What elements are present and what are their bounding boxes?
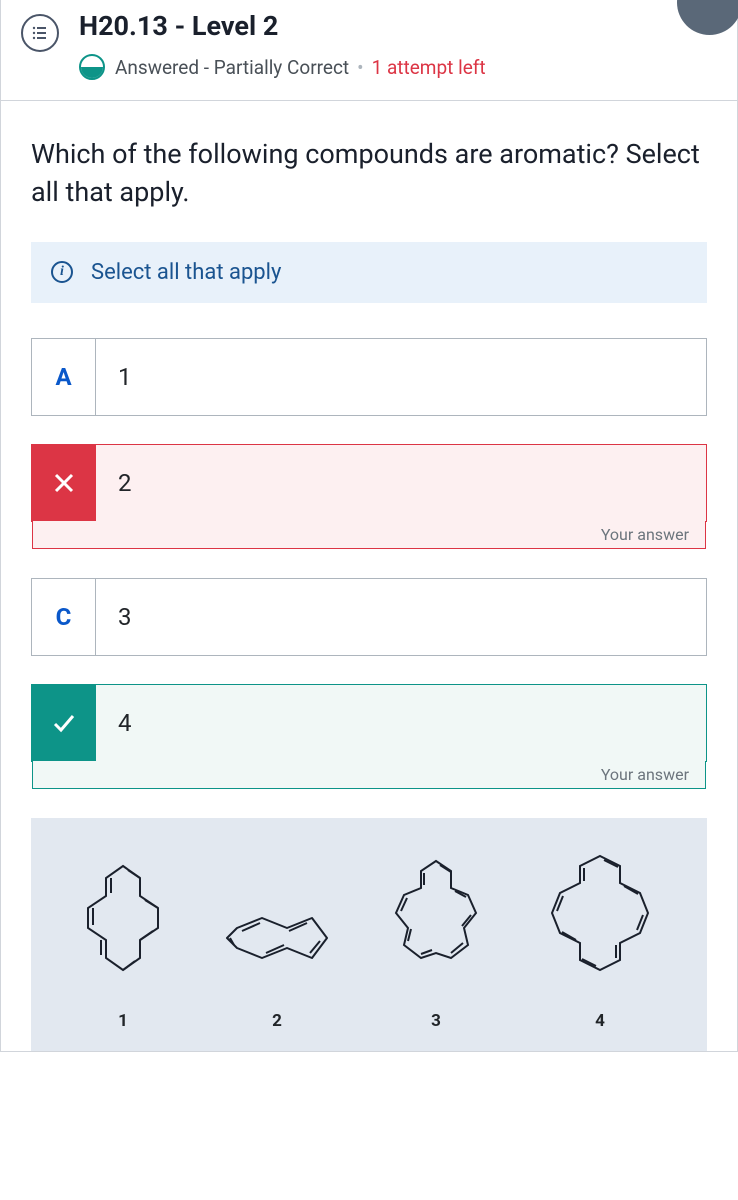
option-letter: A (32, 339, 96, 415)
question-body: Which of the following compounds are aro… (1, 100, 737, 1051)
status-divider: • (357, 56, 363, 79)
info-icon: i (51, 261, 73, 283)
option-content: 4 (96, 685, 706, 761)
option-content: 3 (96, 579, 706, 655)
header-content: H20.13 - Level 2 Answered - Partially Co… (79, 10, 717, 80)
compound-2: 2 (212, 903, 342, 1031)
compound-label: 2 (272, 1011, 282, 1031)
info-banner: i Select all that apply (31, 242, 707, 303)
compound-3: 3 (376, 853, 496, 1031)
list-icon (21, 14, 59, 52)
compound-label: 4 (595, 1011, 605, 1031)
your-answer-tag: Your answer (32, 761, 706, 789)
partial-correct-icon (79, 54, 105, 80)
status-text: Answered - Partially Correct (115, 56, 349, 79)
option-content: 2 (96, 445, 706, 521)
your-answer-tag: Your answer (32, 521, 706, 549)
info-text: Select all that apply (91, 260, 281, 285)
question-text: Which of the following compounds are aro… (31, 136, 707, 212)
question-container: H20.13 - Level 2 Answered - Partially Co… (0, 0, 738, 1052)
option-c[interactable]: C 3 (31, 578, 707, 656)
option-b[interactable]: 2 Your answer (31, 444, 707, 522)
compound-1: 1 (68, 858, 178, 1031)
compound-4: 4 (530, 848, 670, 1031)
status-row: Answered - Partially Correct • 1 attempt… (79, 54, 717, 80)
option-d[interactable]: 4 Your answer (31, 684, 707, 762)
compound-label: 3 (431, 1011, 441, 1031)
option-letter: C (32, 579, 96, 655)
question-header: H20.13 - Level 2 Answered - Partially Co… (1, 0, 737, 100)
attempts-left: 1 attempt left (372, 56, 486, 79)
incorrect-icon (32, 445, 96, 521)
correct-icon (32, 685, 96, 761)
options-list: A 1 2 Your answer C 3 (31, 338, 707, 790)
compound-label: 1 (118, 1011, 128, 1031)
compounds-panel: 1 2 (31, 818, 707, 1051)
option-a[interactable]: A 1 (31, 338, 707, 416)
question-title: H20.13 - Level 2 (79, 10, 717, 42)
option-content: 1 (96, 339, 706, 415)
